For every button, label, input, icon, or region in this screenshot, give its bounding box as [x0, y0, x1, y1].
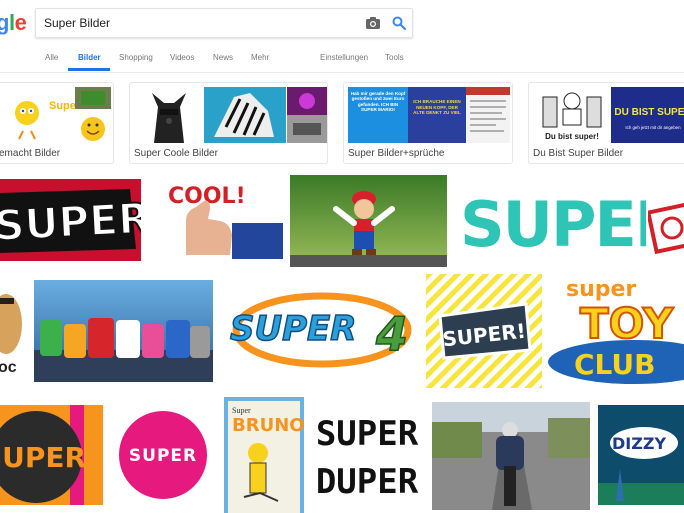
image-result[interactable] — [290, 175, 447, 267]
google-logo[interactable]: gle — [0, 10, 27, 36]
tweety-thumbnail: Super — [3, 87, 75, 143]
related-label: Super Bilder+sprüche — [348, 148, 445, 159]
smiley-thumbnail — [75, 87, 111, 141]
image-result[interactable]: SUPER 4 — [222, 280, 421, 376]
pink-super-circle-image: SUPER — [113, 405, 213, 505]
related-label: emacht Bilder — [0, 148, 61, 159]
super4-number: 4 — [375, 307, 408, 361]
duper-line2: DUPER — [316, 462, 419, 502]
related-chip[interactable]: Du bist super! DU BIST SUPER Ich geh jet… — [528, 82, 684, 164]
cartoon-thumbnail: Du bist super! — [533, 87, 611, 143]
dog-thumbnail — [134, 87, 204, 143]
image-result[interactable]: SUPER — [0, 179, 141, 261]
super4-logo-image: SUPER 4 — [222, 280, 421, 376]
saying-text: ICH BRAUCHE EINEN NEUEN KOPF, DER ALTE D… — [413, 99, 461, 115]
camera-icon[interactable] — [366, 17, 380, 29]
thumb-du-bist-text: Du bist super! — [545, 132, 599, 141]
super-wings-image — [34, 280, 213, 382]
toy-club-text: CLUB — [574, 348, 655, 381]
pink-super-text: SUPER — [129, 446, 197, 466]
collage-thumbnail — [287, 87, 327, 143]
mario-figure-image — [290, 175, 447, 267]
image-result[interactable]: oc — [0, 280, 26, 378]
image-result[interactable]: SUPER — [0, 405, 103, 505]
tab-tools[interactable]: Tools — [385, 53, 404, 62]
tab-mehr[interactable]: Mehr — [251, 53, 269, 62]
tab-bilder[interactable]: Bilder — [78, 53, 101, 62]
blue-banner-thumbnail: DU BIST SUPER Ich geh jetzt mit dir ange… — [611, 87, 684, 143]
duper-line1: SUPER — [316, 414, 419, 454]
dark-super-text: SUPER — [0, 441, 86, 474]
saying-thumbnail: Hab mir gerade den Kopf gestoßen und zwe… — [348, 87, 408, 143]
red-stamp-image — [648, 200, 684, 262]
image-result[interactable]: SUPER — [113, 405, 213, 505]
active-tab-indicator — [68, 68, 110, 71]
tab-alle[interactable]: Alle — [45, 53, 58, 62]
thumb-super-text: Super — [49, 100, 75, 112]
super-toy-club-image: super TOY CLUB — [548, 272, 684, 386]
cool-thumbs-up-image: COOL! — [160, 177, 283, 259]
tab-shopping[interactable]: Shopping — [119, 53, 153, 62]
search-input[interactable] — [44, 9, 344, 37]
image-result[interactable]: SUPER — [456, 182, 646, 260]
image-result[interactable] — [34, 280, 213, 382]
related-chip[interactable]: Super emacht Bilder — [0, 82, 114, 164]
related-chip[interactable]: Super Coole Bilder — [129, 82, 328, 164]
related-label: Du Bist Super Bilder — [533, 148, 624, 159]
bruno-top-text: Super — [232, 406, 251, 415]
tab-news[interactable]: News — [213, 53, 233, 62]
image-result[interactable]: COOL! — [160, 177, 283, 259]
super-colorful-text: SUPER — [460, 188, 646, 260]
image-result[interactable]: SUPER! — [426, 274, 542, 388]
bruno-title-text: BRUNO — [232, 415, 304, 436]
tab-videos[interactable]: Videos — [170, 53, 194, 62]
super-colorful-image: SUPER — [456, 182, 646, 260]
image-result[interactable] — [648, 200, 684, 262]
logo-letter: e — [14, 10, 27, 35]
logo-letter: g — [0, 10, 9, 35]
image-result[interactable]: super TOY CLUB — [548, 272, 684, 386]
super-badge-image: SUPER! — [426, 274, 542, 388]
search-icon[interactable] — [392, 16, 406, 30]
motorcycle-image — [432, 402, 590, 510]
search-box — [35, 8, 413, 38]
related-label: Super Coole Bilder — [134, 148, 218, 159]
thumb-du-bist-caps: DU BIST SUPER — [614, 107, 684, 118]
text-note-thumbnail — [466, 87, 510, 143]
image-result[interactable]: Super BRUNO — [224, 397, 304, 513]
related-chip[interactable]: Hab mir gerade den Kopf gestoßen und zwe… — [343, 82, 513, 164]
tab-einstellungen[interactable]: Einstellungen — [320, 53, 368, 62]
super-red-image: SUPER — [0, 179, 141, 261]
saying-text: Hab mir gerade den Kopf gestoßen und zwe… — [350, 91, 406, 112]
zebra-thumbnail — [204, 87, 286, 143]
image-result[interactable] — [432, 402, 590, 510]
cropped-text: oc — [0, 359, 17, 376]
cropped-bear-image: oc — [0, 280, 26, 378]
image-result[interactable]: SUPER DUPER — [313, 405, 421, 505]
super-bruno-book-image: Super BRUNO — [224, 397, 304, 513]
thumb-du-bist-sub: Ich geh jetzt mit dir angeben — [625, 125, 681, 130]
image-result[interactable]: DIZZY — [598, 405, 684, 505]
dizzy-text: DIZZY — [612, 434, 666, 453]
dark-super-circle-image: SUPER — [0, 405, 103, 505]
divider — [0, 72, 684, 73]
super-duper-image: SUPER DUPER — [313, 405, 421, 505]
saying-thumbnail: ICH BRAUCHE EINEN NEUEN KOPF, DER ALTE D… — [408, 87, 466, 143]
super4-text: SUPER — [230, 309, 356, 349]
super-red-text: SUPER — [0, 193, 141, 250]
dizzy-image: DIZZY — [598, 405, 684, 505]
